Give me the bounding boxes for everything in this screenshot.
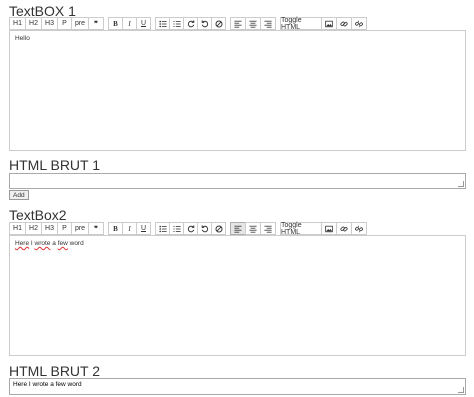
- h3-button[interactable]: H3: [41, 222, 58, 235]
- toggle-html-button[interactable]: Toggle HTML: [280, 17, 322, 31]
- underline-button[interactable]: U: [136, 222, 151, 235]
- undo-icon: [201, 19, 208, 27]
- h2-button[interactable]: H2: [25, 222, 42, 235]
- resize-handle[interactable]: [458, 181, 464, 187]
- word: wrote: [34, 240, 51, 247]
- undo-button[interactable]: [197, 17, 212, 30]
- insert-image-button[interactable]: [321, 17, 337, 30]
- unlink-icon: [355, 20, 363, 27]
- align-right-icon: [264, 225, 272, 233]
- word: word: [69, 240, 84, 247]
- ordered-list-button[interactable]: [169, 17, 184, 30]
- redo-icon: [187, 19, 194, 27]
- italic-button[interactable]: I: [122, 222, 137, 235]
- italic-button[interactable]: I: [122, 17, 137, 30]
- align-left-button[interactable]: [230, 222, 246, 235]
- insert-image-button[interactable]: [321, 222, 337, 235]
- ordered-list-button[interactable]: [169, 222, 184, 235]
- add-button[interactable]: Add: [9, 190, 29, 200]
- insert-link-button[interactable]: [336, 222, 352, 235]
- bold-button[interactable]: B: [108, 222, 123, 235]
- redo-icon: [187, 224, 194, 232]
- link-icon: [340, 21, 348, 26]
- editor2-toolbar: H1 H2 H3 P pre ❞ B I U Toggle HTML: [9, 222, 367, 236]
- align-center-icon: [249, 225, 257, 233]
- blockquote-button[interactable]: ❞: [88, 222, 104, 235]
- underline-button[interactable]: U: [136, 17, 151, 30]
- blockquote-button[interactable]: ❞: [88, 17, 104, 30]
- toggle-html-button[interactable]: Toggle HTML: [280, 222, 322, 236]
- paragraph-button[interactable]: P: [57, 222, 72, 235]
- ordered-list-icon: [172, 20, 181, 27]
- bullet-list-icon: [158, 20, 167, 27]
- align-center-button[interactable]: [245, 17, 261, 30]
- ban-icon: [214, 224, 223, 233]
- undo-icon: [201, 224, 208, 232]
- html-brut1-textarea[interactable]: [9, 173, 466, 189]
- align-center-button[interactable]: [245, 222, 261, 235]
- align-right-button[interactable]: [260, 17, 276, 30]
- align-right-button[interactable]: [260, 222, 276, 235]
- align-center-icon: [249, 20, 257, 28]
- image-icon: [325, 225, 333, 232]
- bullet-list-icon: [158, 225, 167, 232]
- quote-icon: ❞: [94, 20, 98, 28]
- align-right-icon: [264, 20, 272, 28]
- pre-button[interactable]: pre: [71, 17, 89, 30]
- page: TextBOX 1 H1 H2 H3 P pre ❞ B I U Toggle …: [0, 0, 474, 397]
- resize-handle[interactable]: [458, 387, 464, 393]
- remove-link-button[interactable]: [351, 17, 367, 30]
- word: a: [52, 240, 56, 247]
- bullet-list-button[interactable]: [155, 17, 170, 30]
- clear-format-button[interactable]: [211, 222, 226, 235]
- h1-button[interactable]: H1: [9, 17, 26, 30]
- html-brut1-title: HTML BRUT 1: [9, 157, 101, 173]
- textbox2-title: TextBox2: [9, 207, 67, 223]
- editor2-content-area[interactable]: Here I wrote a few word: [9, 235, 466, 356]
- redo-button[interactable]: [183, 17, 198, 30]
- h1-button[interactable]: H1: [9, 222, 26, 235]
- image-icon: [325, 20, 333, 27]
- ordered-list-icon: [172, 225, 181, 232]
- quote-icon: ❞: [94, 225, 98, 233]
- remove-link-button[interactable]: [351, 222, 367, 235]
- editor1-text: Hello: [15, 35, 30, 42]
- undo-button[interactable]: [197, 222, 212, 235]
- bullet-list-button[interactable]: [155, 222, 170, 235]
- h2-button[interactable]: H2: [25, 17, 42, 30]
- pre-button[interactable]: pre: [71, 222, 89, 235]
- align-left-icon: [234, 225, 242, 233]
- editor1-toolbar: H1 H2 H3 P pre ❞ B I U Toggle HTML: [9, 17, 367, 31]
- clear-format-button[interactable]: [211, 17, 226, 30]
- paragraph-button[interactable]: P: [57, 17, 72, 30]
- h3-button[interactable]: H3: [41, 17, 58, 30]
- bold-button[interactable]: B: [108, 17, 123, 30]
- editor1-content-area[interactable]: Hello: [9, 30, 466, 151]
- html-brut2-title: HTML BRUT 2: [9, 363, 101, 379]
- redo-button[interactable]: [183, 222, 198, 235]
- word: few: [57, 240, 68, 247]
- ban-icon: [214, 19, 223, 28]
- html-brut2-value: Here I wrote a few word: [13, 381, 82, 388]
- align-left-button[interactable]: [230, 17, 246, 30]
- word: Here: [15, 240, 30, 247]
- insert-link-button[interactable]: [336, 17, 352, 30]
- editor2-text: Here I wrote a few word: [10, 236, 465, 251]
- align-left-icon: [234, 20, 242, 28]
- link-icon: [340, 226, 348, 231]
- html-brut2-textarea[interactable]: Here I wrote a few word: [9, 378, 466, 395]
- unlink-icon: [355, 225, 363, 232]
- word: I: [30, 240, 33, 247]
